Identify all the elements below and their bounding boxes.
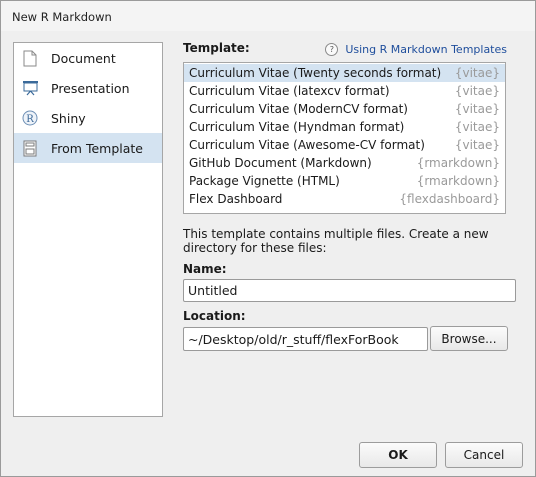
- sidebar-item-label: Document: [51, 50, 116, 66]
- help-link[interactable]: ? Using R Markdown Templates: [325, 43, 507, 56]
- template-row[interactable]: Package Vignette (HTML) {rmarkdown}: [184, 172, 505, 190]
- template-package: {rmarkdown}: [416, 156, 500, 170]
- template-package: {vitae}: [454, 138, 500, 152]
- browse-button[interactable]: Browse...: [430, 326, 508, 351]
- document-icon: [21, 49, 39, 67]
- template-name: Curriculum Vitae (Awesome-CV format): [189, 138, 425, 152]
- template-name: Curriculum Vitae (ModernCV format): [189, 102, 408, 116]
- template-row[interactable]: Curriculum Vitae (Hyndman format) {vitae}: [184, 118, 505, 136]
- help-icon: ?: [325, 43, 339, 56]
- sidebar-item-label: Presentation: [51, 80, 130, 96]
- cancel-button[interactable]: Cancel: [445, 442, 523, 468]
- sidebar-item-label: From Template: [51, 140, 143, 156]
- shiny-icon: R: [21, 109, 39, 127]
- name-input[interactable]: [183, 279, 516, 302]
- template-row[interactable]: Curriculum Vitae (Twenty seconds format)…: [184, 64, 505, 82]
- sidebar-item-shiny[interactable]: R Shiny: [14, 103, 162, 133]
- template-name: GitHub Document (Markdown): [189, 156, 372, 170]
- template-row[interactable]: GitHub Document (Markdown) {rmarkdown}: [184, 154, 505, 172]
- sidebar-item-document[interactable]: Document: [14, 43, 162, 73]
- template-package: {vitae}: [454, 84, 500, 98]
- template-package: {vitae}: [454, 66, 500, 80]
- sidebar-item-presentation[interactable]: Presentation: [14, 73, 162, 103]
- template-label: Template:: [183, 41, 250, 55]
- location-input[interactable]: [183, 327, 428, 351]
- template-name: Flex Dashboard: [189, 192, 283, 206]
- template-row[interactable]: Curriculum Vitae (Awesome-CV format) {vit…: [184, 136, 505, 154]
- template-package: {vitae}: [454, 120, 500, 134]
- sidebar: Document Presentation R Shiny From Templ…: [13, 42, 163, 417]
- template-name: Curriculum Vitae (latexcv format): [189, 84, 390, 98]
- template-name: Package Vignette (HTML): [189, 174, 340, 188]
- location-label: Location:: [183, 309, 246, 323]
- presentation-icon: [21, 79, 39, 97]
- svg-text:R: R: [26, 114, 34, 125]
- template-package: {rmarkdown}: [416, 174, 500, 188]
- template-list[interactable]: Curriculum Vitae (Twenty seconds format)…: [183, 62, 506, 214]
- template-row[interactable]: Curriculum Vitae (ModernCV format) {vitae…: [184, 100, 505, 118]
- template-name: Curriculum Vitae (Hyndman format): [189, 120, 405, 134]
- ok-button[interactable]: OK: [359, 442, 437, 468]
- template-row[interactable]: Curriculum Vitae (latexcv format) {vitae}: [184, 82, 505, 100]
- template-row[interactable]: Flex Dashboard {flexdashboard}: [184, 190, 505, 208]
- window-title: New R Markdown: [1, 1, 535, 31]
- help-link-text: Using R Markdown Templates: [345, 43, 507, 56]
- name-label: Name:: [183, 262, 227, 276]
- template-icon: [21, 139, 39, 157]
- sidebar-item-from-template[interactable]: From Template: [14, 133, 162, 163]
- sidebar-item-label: Shiny: [51, 110, 86, 126]
- new-r-markdown-dialog: New R Markdown Document Presentation R S…: [0, 0, 536, 477]
- template-name: Curriculum Vitae (Twenty seconds format): [189, 66, 442, 80]
- template-package: {vitae}: [454, 102, 500, 116]
- template-description: This template contains multiple files. C…: [183, 227, 489, 255]
- template-package: {flexdashboard}: [399, 192, 500, 206]
